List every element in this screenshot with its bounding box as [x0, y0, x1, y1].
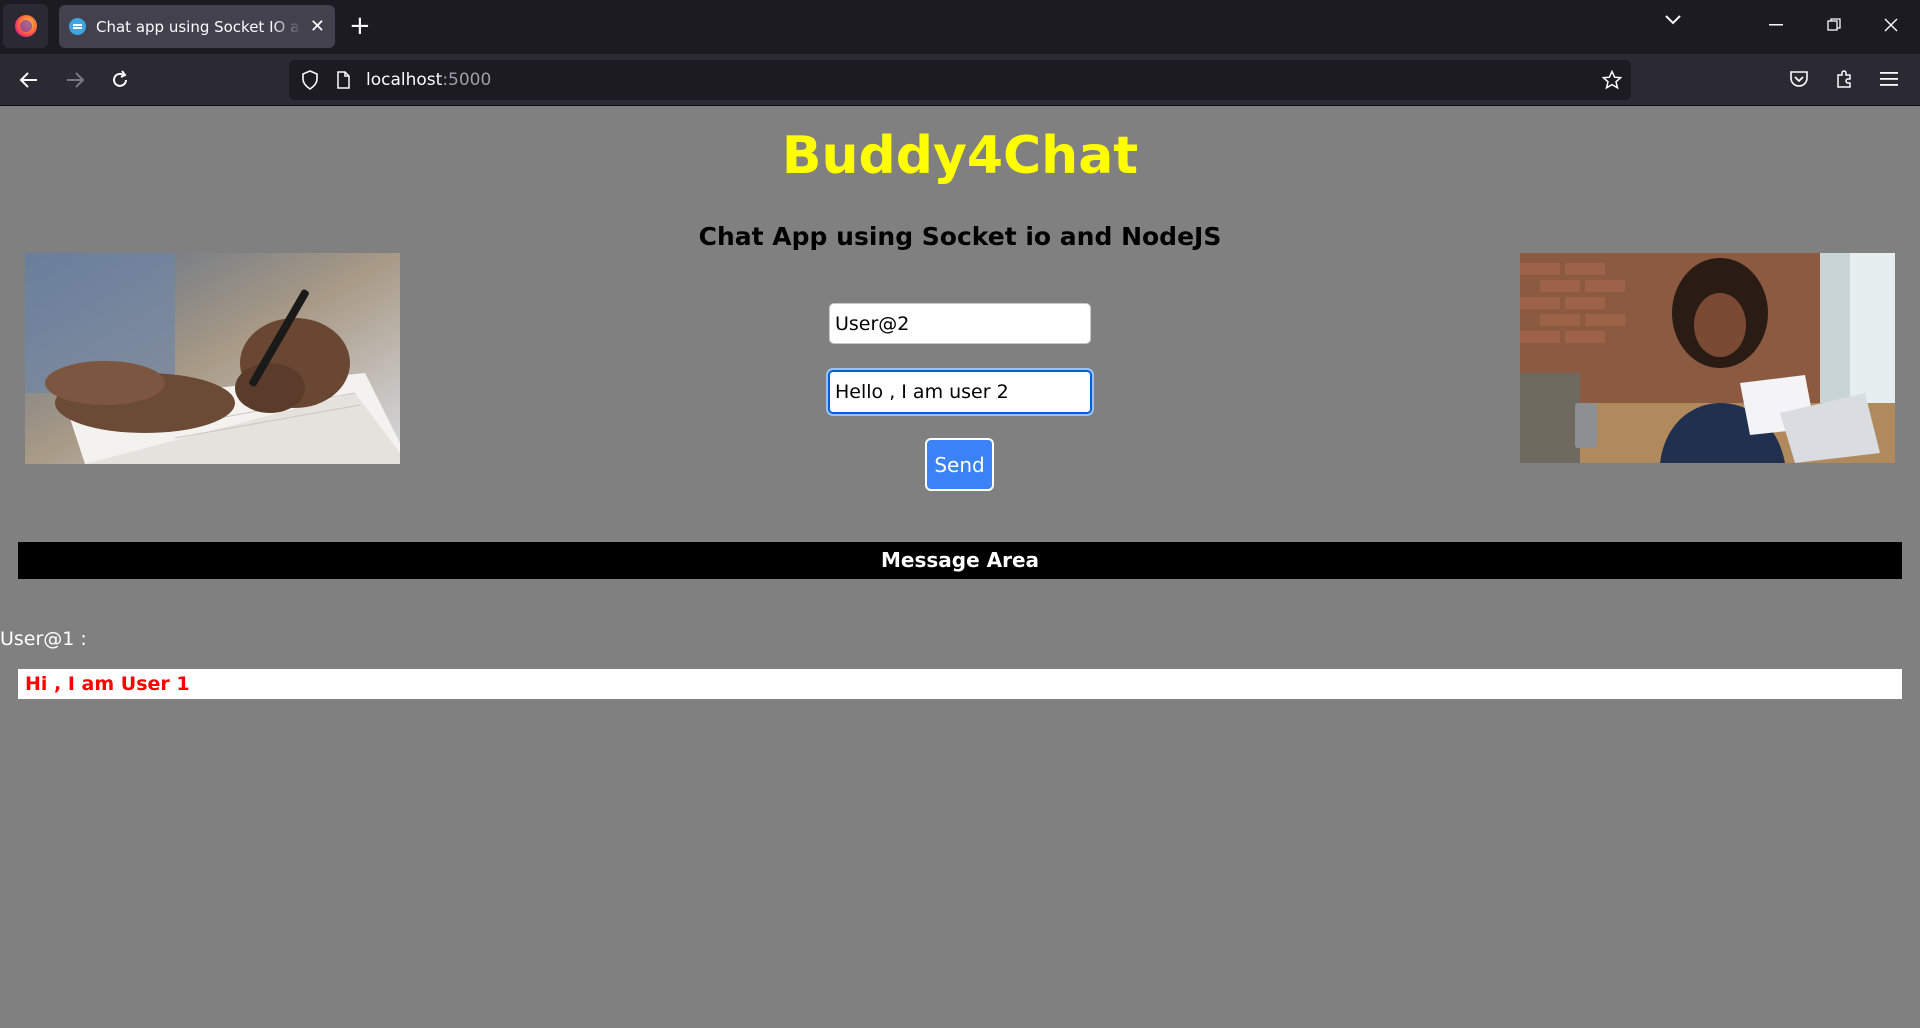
list-all-tabs-icon[interactable]	[1664, 14, 1682, 26]
url-bar[interactable]: localhost:5000	[289, 60, 1631, 100]
shield-icon[interactable]	[301, 70, 319, 90]
brand-title: Buddy4Chat	[781, 126, 1139, 186]
url-text[interactable]: localhost:5000	[366, 70, 491, 90]
chat-favicon-icon	[69, 18, 86, 35]
page-info-icon[interactable]	[336, 71, 350, 89]
close-window-icon[interactable]	[1884, 18, 1898, 32]
url-port: :5000	[442, 70, 492, 90]
browser-nav-bar: localhost:5000	[0, 54, 1920, 106]
woman-reading-image	[1520, 253, 1895, 463]
message-item: Hi , I am User 1	[18, 669, 1902, 699]
close-tab-icon[interactable]: ✕	[310, 17, 325, 36]
hamburger-menu-icon[interactable]	[1880, 71, 1898, 87]
chat-page: Buddy4Chat Chat App using Socket io and …	[0, 106, 1920, 1028]
message-area-header: Message Area	[18, 542, 1902, 579]
minimize-icon[interactable]	[1769, 24, 1783, 26]
firefox-menu-button[interactable]	[3, 4, 48, 48]
browser-tab-active[interactable]: Chat app using Socket IO and Node JS ✕	[59, 5, 335, 48]
new-tab-button[interactable]: +	[349, 12, 371, 40]
reload-icon[interactable]	[110, 70, 130, 90]
tab-title: Chat app using Socket IO and Node JS	[96, 17, 302, 36]
pocket-icon[interactable]	[1789, 70, 1809, 88]
message-sender: User@1 :	[0, 628, 87, 650]
username-input[interactable]	[829, 303, 1091, 344]
send-button[interactable]: Send	[925, 438, 994, 491]
firefox-logo-icon	[14, 15, 37, 37]
message-input[interactable]	[826, 368, 1094, 416]
extensions-icon[interactable]	[1835, 69, 1855, 89]
restore-icon[interactable]	[1827, 18, 1841, 32]
back-icon[interactable]	[19, 71, 39, 89]
writing-hand-image	[25, 253, 400, 464]
bookmark-star-icon[interactable]	[1602, 70, 1622, 90]
browser-tab-bar: Chat app using Socket IO and Node JS ✕ +	[0, 0, 1920, 54]
url-host: localhost	[366, 70, 443, 90]
forward-icon[interactable]	[65, 71, 85, 89]
page-subtitle: Chat App using Socket io and NodeJS	[698, 222, 1222, 251]
